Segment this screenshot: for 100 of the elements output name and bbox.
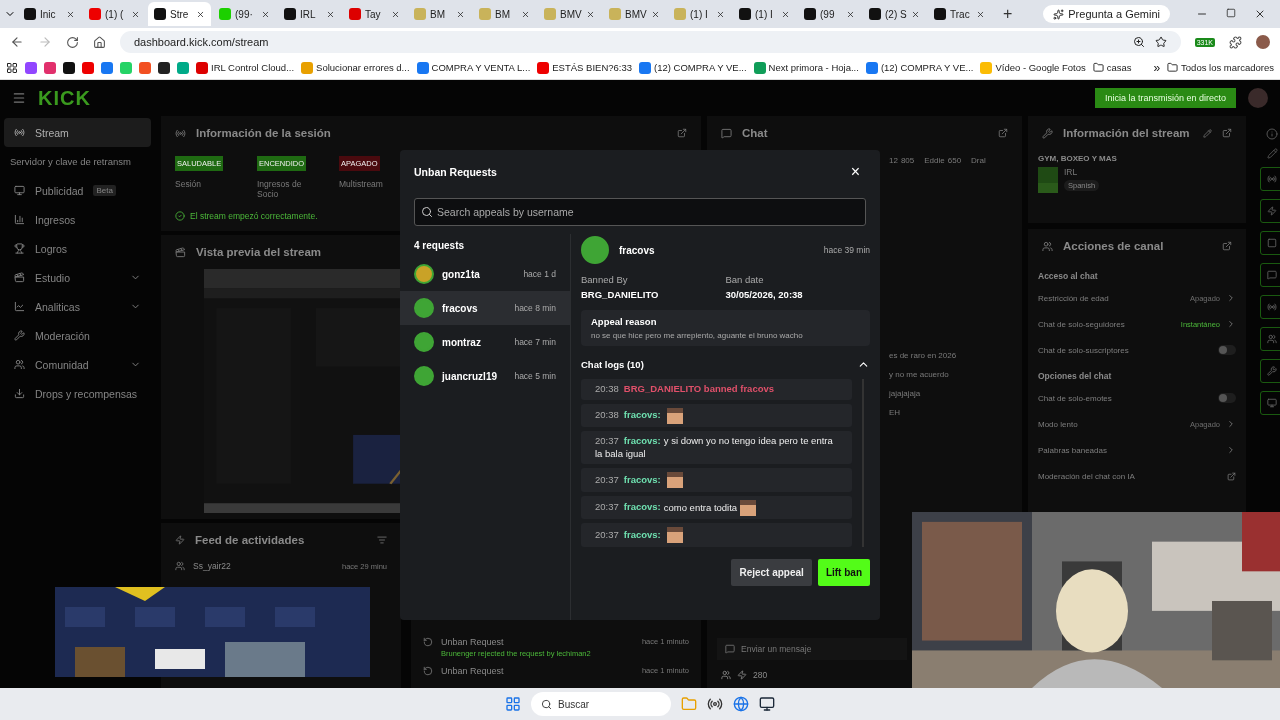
extensions-icon[interactable] — [1229, 35, 1242, 49]
close-icon[interactable] — [1254, 8, 1266, 20]
sidebar-item[interactable]: Estudio — [4, 263, 151, 292]
all-bookmarks[interactable]: Todos los marcadores — [1167, 62, 1274, 73]
browser-tab[interactable]: Stre — [148, 2, 211, 26]
more-bookmarks[interactable]: » — [1153, 60, 1161, 75]
profile-avatar[interactable] — [1256, 35, 1270, 49]
setting-row[interactable]: Chat de solo-suscriptores — [1028, 337, 1246, 363]
reject-appeal-button[interactable]: Reject appeal — [731, 559, 812, 586]
gemini-button[interactable]: Pregunta a Gemini — [1043, 5, 1170, 23]
browser-tab[interactable]: Inic — [18, 2, 81, 26]
sidebar-item[interactable]: Servidor y clave de retransm — [4, 147, 151, 176]
tool-button[interactable] — [1260, 359, 1280, 383]
close-icon[interactable] — [66, 9, 75, 19]
request-item[interactable]: montraz hace 7 min — [400, 325, 570, 359]
setting-row[interactable]: Moderación del chat con IA — [1028, 463, 1246, 489]
request-item[interactable]: fracovs hace 8 min — [400, 291, 570, 325]
browser-tab[interactable]: (99 — [798, 2, 861, 26]
browser-tab[interactable]: BM — [473, 2, 536, 26]
close-icon[interactable] — [196, 9, 205, 19]
zoom-icon[interactable] — [1132, 36, 1145, 48]
close-icon[interactable] — [521, 9, 530, 19]
lift-ban-button[interactable]: Lift ban — [817, 559, 870, 586]
taskbar-search[interactable]: Buscar — [531, 692, 671, 716]
tool-button[interactable] — [1260, 231, 1280, 255]
tool-button[interactable] — [1260, 391, 1280, 415]
bookmark-icon[interactable] — [158, 61, 170, 74]
bookmark-icon[interactable] — [63, 61, 75, 74]
bookmark-favicon — [639, 61, 651, 74]
popout-icon[interactable] — [998, 128, 1008, 138]
reload-icon[interactable] — [66, 35, 79, 49]
browser-tab[interactable]: BMV — [603, 2, 666, 26]
sidebar-item[interactable]: Ingresos — [4, 205, 151, 234]
sidebar-item[interactable]: Moderación — [4, 321, 151, 350]
close-icon[interactable] — [586, 9, 595, 19]
setting-row[interactable]: Palabras baneadas — [1028, 437, 1246, 463]
browser-tab[interactable]: BM — [408, 2, 471, 26]
bookmark[interactable]: ESTÁS BIEN?6:33 — [537, 61, 632, 74]
close-icon[interactable] — [911, 9, 920, 19]
apps-icon[interactable] — [6, 61, 18, 74]
monitor-icon[interactable] — [759, 696, 775, 712]
windows-start-icon[interactable] — [505, 696, 521, 712]
close-icon[interactable] — [261, 9, 270, 19]
popout-icon[interactable] — [1222, 128, 1232, 138]
star-icon[interactable] — [1154, 36, 1167, 48]
close-icon[interactable] — [456, 9, 465, 19]
browser-tab[interactable]: (1) I — [733, 2, 796, 26]
broadcast-icon[interactable] — [707, 696, 723, 712]
close-icon[interactable] — [976, 9, 985, 19]
bookmark[interactable]: COMPRA Y VENTA L... — [416, 61, 531, 74]
tool-button[interactable] — [1260, 167, 1280, 191]
browser-tab[interactable]: (1) I — [668, 2, 731, 26]
bookmark[interactable]: IRL Control Cloud... — [196, 61, 295, 74]
close-button[interactable]: × — [844, 164, 866, 180]
close-icon[interactable] — [651, 9, 660, 19]
request-item[interactable]: gonz1ta hace 1 d — [400, 257, 570, 291]
browser-tab[interactable]: (1) ( — [83, 2, 146, 26]
close-icon[interactable] — [781, 9, 790, 19]
go-live-button[interactable]: Inicia la transmisión en directo — [1094, 88, 1236, 108]
globe-icon[interactable] — [733, 696, 749, 712]
bookmark[interactable]: casas — [1092, 62, 1132, 73]
close-icon[interactable] — [131, 9, 140, 19]
back-icon[interactable] — [10, 35, 24, 49]
browser-tab[interactable]: IRL — [278, 2, 341, 26]
menu-icon[interactable] — [12, 91, 26, 105]
home-icon[interactable] — [93, 35, 106, 49]
sidebar-item[interactable]: Drops y recompensas — [4, 379, 151, 408]
setting-row[interactable]: Chat de solo-emotes — [1028, 385, 1246, 411]
bookmark[interactable]: (12) COMPRA Y VE... — [639, 61, 747, 74]
sidebar-item[interactable]: Comunidad — [4, 350, 151, 379]
popout-icon[interactable] — [677, 128, 687, 138]
tool-button[interactable] — [1260, 199, 1280, 223]
search-field[interactable]: Search appeals by username — [414, 198, 866, 226]
sidebar-item[interactable]: Publicidad Beta — [4, 176, 151, 205]
tool-button[interactable] — [1260, 263, 1280, 287]
close-icon[interactable] — [326, 9, 335, 19]
bookmark[interactable]: Vídeo - Google Fotos — [980, 61, 1086, 74]
popout-icon[interactable] — [1222, 241, 1232, 251]
chat-input[interactable]: Enviar un mensaje — [717, 638, 907, 660]
address-bar[interactable]: dashboard.kick.com/stream — [120, 31, 1181, 53]
bookmark[interactable]: Next primora - Hoja... — [753, 61, 859, 74]
reason-text: no se que hice pero me arrepiento, aguante el bruno wacho — [591, 331, 804, 340]
sidebar-item[interactable]: Logros — [4, 234, 151, 263]
close-icon[interactable] — [716, 9, 725, 19]
browser-tab[interactable]: Tay — [343, 2, 406, 26]
tool-button[interactable] — [1260, 295, 1280, 319]
browser-tab[interactable]: (2) S — [863, 2, 926, 26]
close-icon[interactable] — [846, 9, 855, 19]
bookmark[interactable]: (12) COMPRA Y VE... — [865, 61, 974, 74]
new-tab-button[interactable]: + — [1003, 5, 1013, 23]
close-icon[interactable] — [391, 9, 400, 19]
sidebar-item[interactable]: Stream — [4, 118, 151, 147]
request-item[interactable]: juancruzl19 hace 5 min — [400, 359, 570, 393]
maximize-icon[interactable] — [1226, 8, 1236, 18]
browser-tab[interactable]: BMV — [538, 2, 601, 26]
bookmark[interactable]: Solucionar errores d... — [301, 61, 410, 74]
tool-button[interactable] — [1260, 327, 1280, 351]
browser-tab[interactable]: Trac — [928, 2, 991, 26]
browser-tab[interactable]: (99· — [213, 2, 276, 26]
sidebar-item[interactable]: Analiticas — [4, 292, 151, 321]
